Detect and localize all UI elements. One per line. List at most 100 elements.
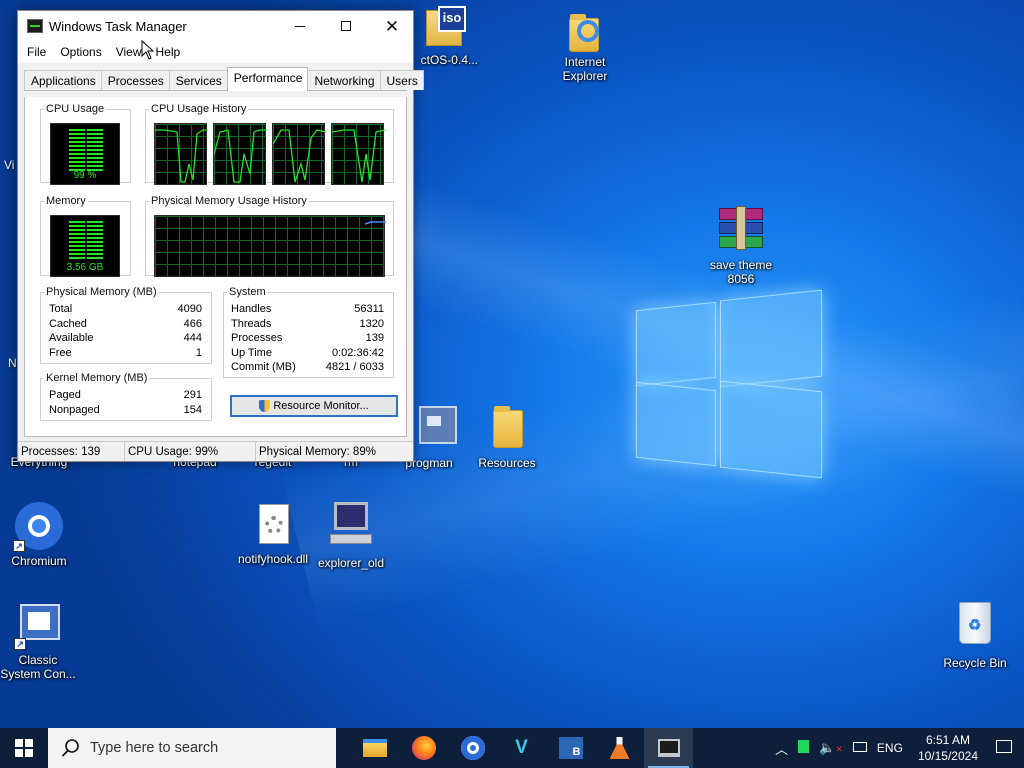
desktop-icon-partial-label: N [8, 356, 17, 370]
cpu-history-graph-core-1 [154, 123, 208, 185]
desktop-icon-notifyhook[interactable]: notifyhook.dll [234, 504, 312, 566]
taskbar-file-explorer[interactable] [350, 728, 399, 768]
start-button[interactable] [0, 728, 48, 768]
status-physical-memory: Physical Memory: 89% [259, 445, 376, 458]
vs-code-icon: V [515, 737, 528, 758]
desktop-icon-recycle-bin[interactable]: ♻ Recycle Bin [936, 602, 1014, 670]
taskbar-firefox[interactable] [399, 728, 448, 768]
tab-applications[interactable]: Applications [24, 70, 102, 90]
firefox-icon [411, 736, 436, 760]
memory-label: Memory [46, 195, 86, 207]
stat-value: 139 [365, 332, 384, 344]
stat-name: Up Time [231, 347, 272, 359]
stat-row: Total 4090 [49, 302, 202, 317]
desktop-icon-chromium[interactable]: ↗ Chromium [0, 502, 78, 568]
flask-icon [609, 737, 630, 759]
windows-start-icon [15, 739, 33, 757]
minimize-icon [295, 25, 305, 27]
desktop-icon-label: notifyhook.dll [237, 552, 309, 566]
tab-services[interactable]: Services [168, 70, 228, 90]
taskbar-chromium[interactable] [448, 728, 497, 768]
memory-value: 3.56 GB [66, 262, 104, 273]
cpu-history-group: CPU Usage History [145, 103, 394, 185]
memory-group: Memory 3.56 GB [40, 195, 131, 277]
memory-history-line [364, 221, 386, 225]
network-icon[interactable] [848, 741, 872, 755]
maximize-button[interactable] [323, 11, 369, 41]
desktop-icon-explorer-old[interactable]: explorer_old [312, 502, 390, 570]
stat-name: Cached [49, 318, 87, 330]
language-indicator[interactable]: ENG [872, 741, 908, 755]
stat-name: Total [49, 303, 73, 315]
tab-networking[interactable]: Networking [307, 70, 381, 90]
taskbar-task-manager[interactable] [644, 728, 693, 768]
stat-row: Free 1 [49, 346, 202, 361]
status-bar: Processes: 139 CPU Usage: 99% Physical M… [18, 441, 413, 461]
tab-users[interactable]: Users [379, 70, 424, 90]
cpu-history-line [273, 129, 326, 183]
menu-file[interactable]: File [20, 45, 53, 59]
file-explorer-icon [362, 739, 387, 757]
desktop-icon-resources[interactable]: Resources [468, 404, 546, 470]
computer-icon [330, 502, 372, 546]
app-b-icon: B [558, 737, 583, 759]
volume-muted-icon[interactable]: 🔈✕ [814, 740, 848, 756]
window-title: Windows Task Manager [49, 18, 187, 34]
tab-strip: Applications Processes Services Performa… [24, 67, 424, 91]
stat-value: 4821 / 6033 [325, 361, 384, 373]
cpu-history-graph-core-4 [331, 123, 385, 185]
maximize-icon [341, 21, 351, 31]
uac-shield-icon [259, 400, 271, 412]
taskbar-clock[interactable]: 6:51 AM 10/15/2024 [908, 732, 988, 764]
stat-row: Processes 139 [231, 331, 384, 346]
close-icon: ✕ [384, 16, 400, 36]
stat-name: Free [49, 347, 72, 359]
stat-row: Paged 291 [49, 388, 202, 403]
minimize-button[interactable] [277, 11, 323, 41]
stat-name: Threads [231, 318, 272, 330]
desktop-icon-label: Classic System Con... [0, 653, 76, 681]
close-button[interactable]: ✕ [369, 11, 415, 41]
taskbar-flask-app[interactable] [595, 728, 644, 768]
show-hidden-icons-button[interactable]: ︿ [770, 739, 793, 758]
desktop-icon-label: Resources [478, 456, 536, 470]
task-manager-window[interactable]: Windows Task Manager ✕ File Options View… [17, 10, 424, 462]
desktop-icon-save-theme[interactable]: save theme 8056 [702, 206, 780, 286]
title-bar[interactable]: Windows Task Manager ✕ [18, 11, 413, 41]
stat-value: 0:02:36:42 [332, 347, 384, 359]
cpu-meter-bars [69, 129, 103, 171]
desktop-icon-label: Chromium [11, 554, 67, 568]
clock-time: 6:51 AM [925, 733, 970, 747]
menu-options[interactable]: Options [53, 45, 108, 59]
tab-performance[interactable]: Performance [226, 67, 309, 91]
desktop-icon-classic-system[interactable]: ↗ Classic System Con... [0, 602, 78, 681]
stat-row: Nonpaged 154 [49, 403, 202, 418]
stat-name: Paged [49, 389, 81, 401]
taskbar-search-box[interactable]: Type here to search [48, 728, 336, 768]
resource-monitor-button[interactable]: Resource Monitor... [230, 395, 398, 417]
desktop-icon-internet-explorer[interactable]: Internet Explorer [546, 12, 624, 83]
kernel-memory-label: Kernel Memory (MB) [46, 372, 148, 384]
cpu-usage-label: CPU Usage [46, 103, 105, 115]
system-label: System [229, 286, 266, 298]
stat-value: 154 [183, 404, 202, 416]
desktop-icon-label: Internet Explorer [562, 55, 608, 83]
stat-row: Up Time 0:02:36:42 [231, 346, 384, 361]
tray-green-app-icon[interactable] [793, 740, 814, 756]
physical-memory-group: Physical Memory (MB) Total 4090 Cached 466… [40, 286, 212, 364]
control-panel-icon: ↗ [14, 602, 62, 650]
cpu-history-line [214, 129, 267, 183]
notification-center-icon[interactable] [988, 740, 1024, 756]
cpu-history-line [155, 129, 208, 183]
shortcut-arrow-icon: ↗ [14, 638, 26, 650]
tab-processes[interactable]: Processes [100, 70, 170, 90]
winrar-archive-icon [717, 206, 765, 252]
stat-row: Handles 56311 [231, 302, 384, 317]
stat-name: Available [49, 332, 94, 344]
taskbar-app-b[interactable]: B [546, 728, 595, 768]
cpu-history-line [332, 129, 385, 183]
search-placeholder: Type here to search [90, 740, 219, 756]
desktop-icon-partial-label: Vi [4, 158, 15, 172]
taskbar-vs-app[interactable]: V [497, 728, 546, 768]
memory-meter-bars [69, 221, 103, 261]
